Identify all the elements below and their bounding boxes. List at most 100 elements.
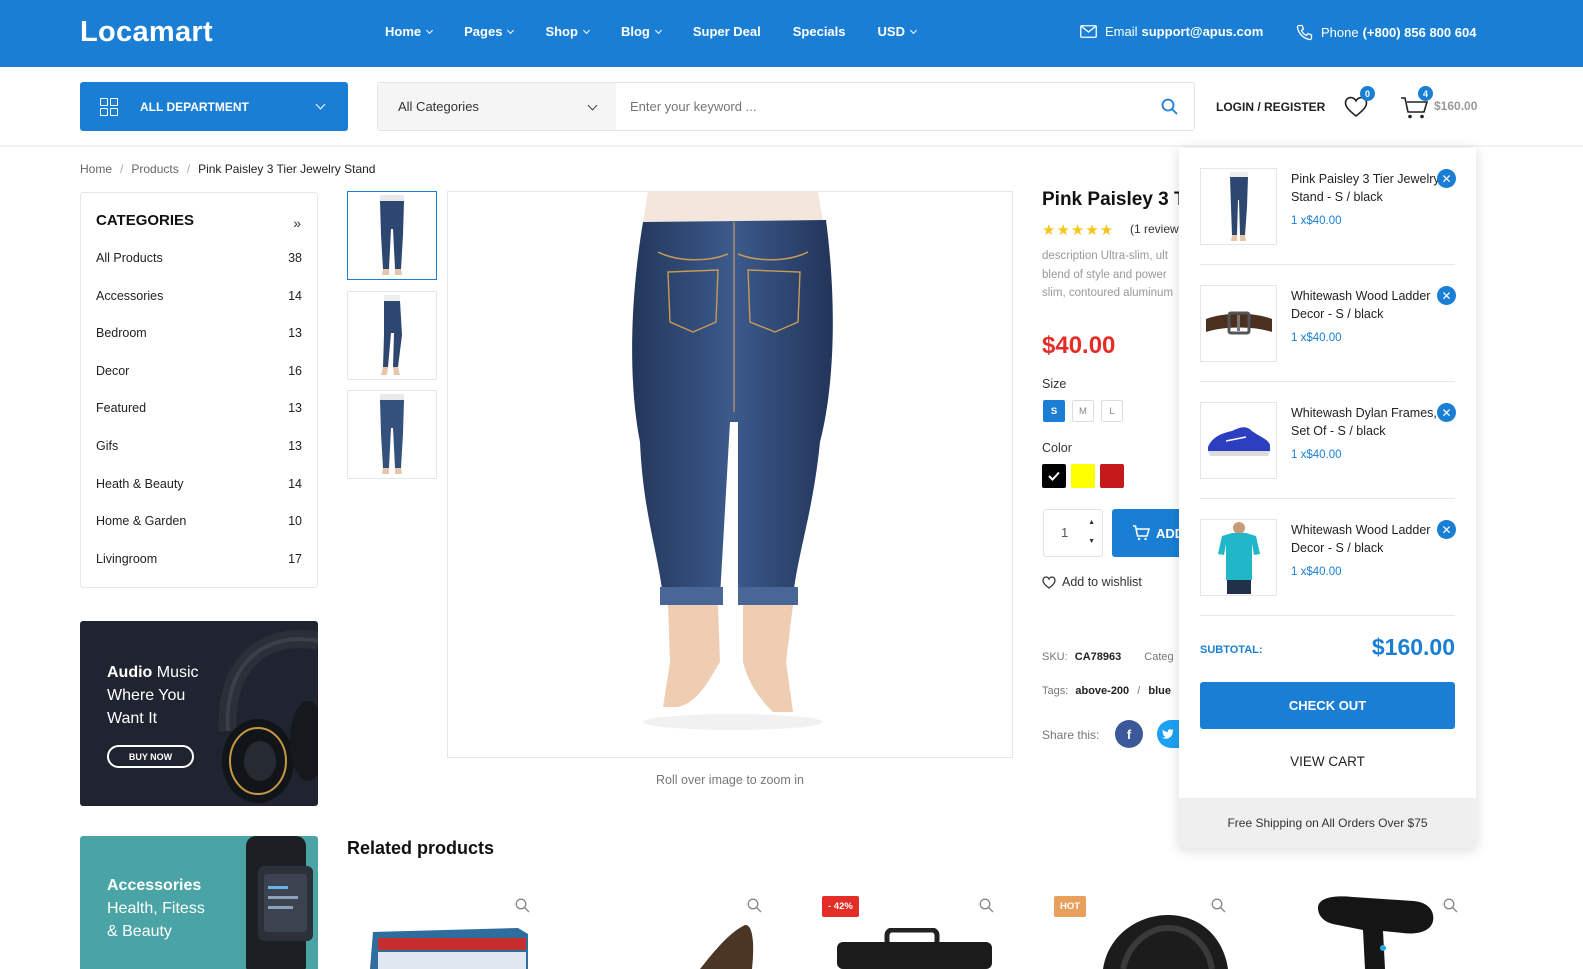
categories-title: CATEGORIES [96, 212, 195, 229]
accessories-banner[interactable]: Accessories Health, Fitess & Beauty [80, 836, 318, 969]
jeans-thumbnail-image [380, 194, 404, 275]
audio-banner[interactable]: Audio Music Where You Want It BUY NOW [80, 621, 318, 806]
banner-line-3: Want It [107, 710, 158, 727]
zoom-search-icon[interactable] [747, 898, 762, 913]
jeans-image [1229, 171, 1248, 241]
size-label: Size [1042, 377, 1067, 391]
category-item[interactable]: Bedroom 13 [96, 326, 302, 340]
nav-super-deal[interactable]: Super Deal [693, 24, 761, 39]
cart-button[interactable]: 4 [1400, 86, 1433, 120]
nav-pages[interactable]: Pages [464, 24, 515, 39]
category-item[interactable]: Accessories 14 [96, 289, 302, 303]
breadcrumb-products[interactable]: Products [131, 162, 178, 176]
remove-item-close-icon[interactable]: ✕ [1437, 169, 1456, 188]
chevron-down-icon [654, 26, 662, 34]
related-product-image[interactable] [832, 928, 994, 969]
nav-blog[interactable]: Blog [621, 24, 662, 39]
smartwatch-image [246, 836, 313, 969]
nav-shop[interactable]: Shop [545, 24, 590, 39]
color-option-black[interactable] [1042, 464, 1066, 488]
view-cart-link[interactable]: VIEW CART [1200, 754, 1455, 769]
increment-icon[interactable]: ▲ [1088, 519, 1095, 526]
login-register-link[interactable]: LOGIN / REGISTER [1216, 100, 1325, 114]
facebook-icon[interactable]: f [1115, 720, 1143, 748]
buy-now-button[interactable]: BUY NOW [107, 745, 194, 768]
wishlist-button[interactable]: 0 [1344, 86, 1375, 120]
mini-cart-item-name[interactable]: Whitewash Dylan Frames, Set Of - S / bla… [1291, 404, 1449, 440]
banner-line-2: Where You [107, 687, 186, 704]
mini-cart-item-name[interactable]: Pink Paisley 3 Tier Jewelry Stand - S / … [1291, 170, 1449, 206]
category-item[interactable]: Gifs 13 [96, 439, 302, 453]
tag-link[interactable]: blue [1148, 685, 1171, 697]
review-link[interactable]: (1 review) [1130, 222, 1183, 236]
all-department-button[interactable]: ALL DEPARTMENT [80, 82, 348, 131]
tag-link[interactable]: above-200 [1075, 685, 1129, 697]
divider [1200, 264, 1455, 265]
add-to-wishlist-link[interactable]: Add to wishlist [1042, 575, 1142, 589]
category-count: 17 [288, 552, 302, 566]
category-name: Decor [96, 364, 130, 378]
category-count: 13 [288, 439, 302, 453]
mini-cart-item-image[interactable] [1200, 168, 1277, 245]
twitter-icon[interactable] [1157, 720, 1179, 748]
breadcrumb-home[interactable]: Home [80, 162, 112, 176]
zoom-hint: Roll over image to zoom in [656, 773, 804, 787]
remove-item-close-icon[interactable]: ✕ [1437, 286, 1456, 305]
double-chevron-right-icon[interactable]: » [293, 215, 301, 231]
category-item[interactable]: Heath & Beauty 14 [96, 477, 302, 491]
mini-cart-item-image[interactable] [1200, 402, 1277, 479]
related-product-image[interactable] [368, 920, 530, 969]
email-contact[interactable]: Email support@apus.com [1080, 24, 1263, 39]
category-item[interactable]: Home & Garden 10 [96, 514, 302, 528]
mini-cart-item-name[interactable]: Whitewash Wood Ladder Decor - S / black [1291, 287, 1449, 323]
banner-line-3: & Beauty [107, 923, 172, 940]
breadcrumb-current: Pink Paisley 3 Tier Jewelry Stand [198, 162, 376, 176]
related-product-image[interactable] [690, 920, 760, 969]
gallery-thumbnail[interactable] [347, 390, 437, 479]
tags-row: Tags: above-200 / blue [1042, 685, 1171, 697]
zoom-search-icon[interactable] [979, 898, 994, 913]
related-product-image[interactable] [1313, 893, 1438, 969]
category-select[interactable]: All Categories [378, 83, 616, 130]
remove-item-close-icon[interactable]: ✕ [1437, 520, 1456, 539]
size-option-s[interactable]: S [1043, 400, 1065, 422]
checkout-button[interactable]: CHECK OUT [1200, 682, 1455, 729]
hot-badge: HOT [1054, 896, 1087, 917]
search-input[interactable] [616, 83, 1144, 130]
color-option-yellow[interactable] [1071, 464, 1095, 488]
category-item[interactable]: All Products 38 [96, 251, 302, 265]
size-option-m[interactable]: M [1072, 400, 1094, 422]
nav-home[interactable]: Home [385, 24, 434, 39]
category-name: Featured [96, 401, 147, 415]
zoom-search-icon[interactable] [1443, 898, 1458, 913]
breadcrumb: Home / Products / Pink Paisley 3 Tier Je… [80, 162, 375, 176]
chevron-down-icon [315, 99, 326, 110]
logo[interactable]: Locamart [80, 16, 213, 49]
nav-pages-label: Pages [464, 24, 503, 39]
remove-item-close-icon[interactable]: ✕ [1437, 403, 1456, 422]
phone-contact[interactable]: Phone (+800) 856 800 604 [1296, 24, 1476, 41]
zoom-search-icon[interactable] [515, 898, 530, 913]
category-name: Home & Garden [96, 514, 187, 528]
mini-cart-item-image[interactable] [1200, 519, 1277, 596]
main-product-image[interactable] [447, 191, 1013, 758]
category-name: Accessories [96, 289, 164, 303]
category-item[interactable]: Featured 13 [96, 401, 302, 415]
category-item[interactable]: Livingroom 17 [96, 552, 302, 566]
mini-cart-item-name[interactable]: Whitewash Wood Ladder Decor - S / black [1291, 521, 1449, 557]
category-item[interactable]: Decor 16 [96, 364, 302, 378]
color-option-red[interactable] [1100, 464, 1124, 488]
size-option-l[interactable]: L [1101, 400, 1123, 422]
nav-super-deal-label: Super Deal [692, 24, 761, 39]
search-button[interactable] [1144, 83, 1194, 130]
gallery-thumbnail[interactable] [347, 191, 437, 280]
nav-specials[interactable]: Specials [793, 24, 846, 39]
tags-label: Tags: [1042, 685, 1069, 697]
category-count: 38 [288, 251, 302, 265]
mini-cart-item-image[interactable] [1200, 285, 1277, 362]
currency-select[interactable]: USD [878, 24, 918, 39]
quantity-stepper[interactable]: 1 ▲ ▼ [1043, 509, 1103, 557]
related-product-image[interactable] [1098, 910, 1233, 969]
decrement-icon[interactable]: ▼ [1088, 538, 1095, 545]
gallery-thumbnail[interactable] [347, 291, 437, 380]
